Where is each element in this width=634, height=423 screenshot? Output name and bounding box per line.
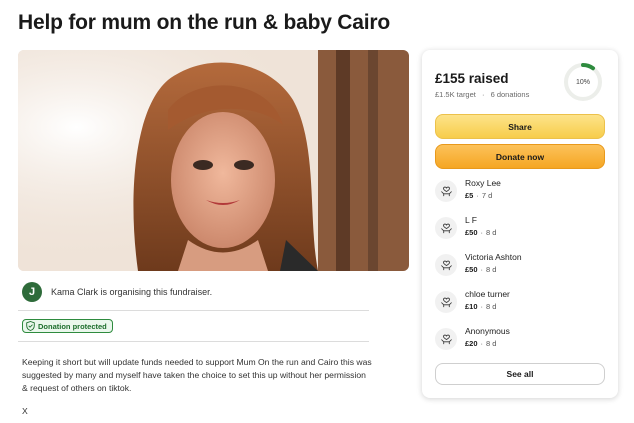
donor-time: 8 d	[486, 339, 497, 348]
donor-separator: ·	[476, 191, 479, 200]
donor-amount: £50	[465, 228, 478, 237]
shield-check-icon	[26, 321, 35, 331]
share-button[interactable]: Share	[435, 114, 605, 139]
donor-item: Victoria Ashton £50 · 8 d	[435, 252, 605, 280]
see-all-button[interactable]: See all	[435, 363, 605, 385]
heart-hands-icon	[435, 291, 457, 313]
page-title: Help for mum on the run & baby Cairo	[18, 11, 390, 34]
badge-label: Donation protected	[38, 321, 107, 331]
donor-amount: £50	[465, 265, 478, 274]
donation-count: 6 donations	[490, 90, 530, 99]
donor-separator: ·	[480, 339, 484, 348]
donor-name: L F	[465, 215, 477, 225]
donor-item: L F £50 · 8 d	[435, 215, 605, 243]
donation-protected-badge[interactable]: Donation protected	[22, 319, 113, 333]
donor-item: chloe turner £10 · 8 d	[435, 289, 605, 317]
avatar: J	[22, 282, 42, 302]
donor-time: 8 d	[486, 302, 497, 311]
donor-meta: £5 · 7 d	[465, 191, 492, 200]
story-sign-off: X	[22, 406, 28, 416]
donor-amount: £20	[465, 339, 478, 348]
donor-separator: ·	[480, 265, 484, 274]
donor-item: Anonymous £20 · 8 d	[435, 326, 605, 354]
donor-name: Anonymous	[465, 326, 510, 336]
donor-name: chloe turner	[465, 289, 510, 299]
heart-hands-icon	[435, 180, 457, 202]
donor-meta: £50 · 8 d	[465, 265, 496, 274]
donor-meta: £10 · 8 d	[465, 302, 496, 311]
progress-percent: 10%	[575, 78, 590, 86]
donation-card: £155 raised £1.5K target · 6 donations 1…	[422, 50, 618, 398]
donor-amount: £5	[465, 191, 474, 200]
donate-now-button[interactable]: Donate now	[435, 144, 605, 169]
heart-hands-icon	[435, 328, 457, 350]
campaign-photo[interactable]	[18, 50, 409, 271]
target-amount: £1.5K target	[435, 90, 476, 99]
donor-amount: £10	[465, 302, 478, 311]
donor-separator: ·	[480, 228, 484, 237]
target-meta: £1.5K target · 6 donations	[435, 90, 529, 99]
donor-time: 8 d	[486, 265, 497, 274]
heart-hands-icon	[435, 217, 457, 239]
organiser-row: J Kama Clark is organising this fundrais…	[22, 282, 212, 302]
donor-item: Roxy Lee £5 · 7 d	[435, 178, 605, 206]
donor-meta: £50 · 8 d	[465, 228, 496, 237]
donor-name: Roxy Lee	[465, 178, 501, 188]
heart-hands-icon	[435, 254, 457, 276]
divider	[18, 341, 369, 342]
donor-name: Victoria Ashton	[465, 252, 522, 262]
donor-separator: ·	[480, 302, 484, 311]
divider	[18, 310, 369, 311]
donor-time: 8 d	[486, 228, 497, 237]
amount-raised: £155 raised	[435, 71, 509, 86]
meta-separator: ·	[481, 90, 485, 99]
story-text: Keeping it short but will update funds n…	[22, 357, 372, 393]
donor-meta: £20 · 8 d	[465, 339, 496, 348]
organiser-text: Kama Clark is organising this fundraiser…	[51, 287, 213, 297]
donor-time: 7 d	[481, 191, 493, 200]
